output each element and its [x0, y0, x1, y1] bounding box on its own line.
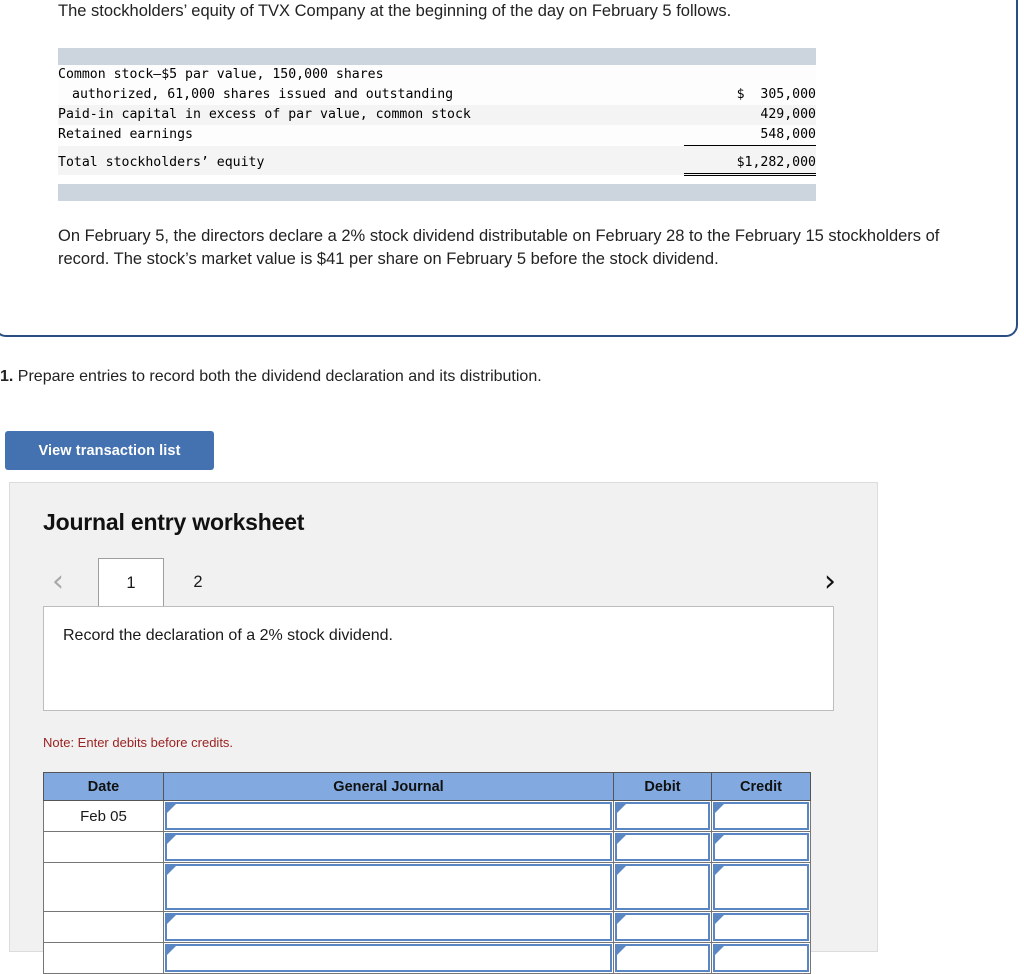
equity-label-common-stock: Common stock—$5 par value, 150,000 share…: [58, 65, 684, 105]
table-row: Feb 05: [43, 800, 811, 832]
cell-debit-row-1[interactable]: [613, 800, 712, 832]
input-general-journal-row-4[interactable]: [165, 913, 612, 941]
cell-general-journal-row-2[interactable]: [163, 831, 614, 863]
debits-before-credits-note: Note: Enter debits before credits.: [43, 735, 234, 750]
cell-date-row-3[interactable]: [43, 862, 164, 912]
input-debit-row-3[interactable]: [615, 864, 710, 910]
input-credit-row-1[interactable]: [713, 802, 809, 830]
cell-credit-row-1[interactable]: [711, 800, 811, 832]
equity-label-retained-earnings: Retained earnings: [58, 125, 684, 146]
question-intro-text: The stockholders’ equity of TVX Company …: [58, 2, 732, 20]
cell-debit-row-5[interactable]: [613, 942, 712, 974]
equity-amount-paid-in-capital: 429,000: [684, 105, 816, 125]
table-row: [43, 862, 811, 912]
equity-spacer-cell-left: [58, 145, 684, 153]
cell-date-row-4[interactable]: [43, 911, 164, 943]
input-general-journal-row-5[interactable]: [165, 944, 612, 972]
cell-general-journal-row-1[interactable]: [163, 800, 614, 832]
worksheet-title: Journal entry worksheet: [43, 509, 305, 535]
column-header-credit: Credit: [711, 772, 811, 801]
cell-debit-row-2[interactable]: [613, 831, 712, 863]
input-credit-row-4[interactable]: [713, 913, 809, 941]
cell-date-row-5[interactable]: [43, 942, 164, 974]
statement-bottom-band: [58, 184, 816, 201]
cell-general-journal-row-3[interactable]: [163, 862, 614, 912]
input-credit-row-2[interactable]: [713, 833, 809, 861]
statement-top-band: [58, 48, 816, 65]
entry-description-box: Record the declaration of a 2% stock div…: [43, 606, 834, 711]
entry-description-text: Record the declaration of a 2% stock div…: [63, 627, 393, 644]
question-card: The stockholders’ equity of TVX Company …: [0, 0, 1018, 337]
equity-amount-retained-earnings: 548,000: [684, 125, 816, 146]
cell-debit-row-3[interactable]: [613, 862, 712, 912]
input-credit-row-3[interactable]: [713, 864, 809, 910]
journal-entry-table: Date General Journal Debit Credit Feb 05: [43, 772, 811, 974]
chevron-right-icon[interactable]: ›: [815, 566, 845, 600]
tab-entry-1[interactable]: 1: [98, 558, 164, 607]
cell-general-journal-row-5[interactable]: [163, 942, 614, 974]
input-general-journal-row-3[interactable]: [165, 864, 612, 910]
cell-date-row-1[interactable]: Feb 05: [43, 800, 164, 832]
column-header-general-journal: General Journal: [163, 772, 614, 801]
input-debit-row-4[interactable]: [615, 913, 710, 941]
equity-label-paid-in-capital: Paid-in capital in excess of par value, …: [58, 105, 684, 125]
table-row: [43, 831, 811, 863]
equity-row-paid-in-capital: Paid-in capital in excess of par value, …: [58, 105, 816, 125]
equity-label-total: Total stockholders’ equity: [58, 153, 684, 175]
input-debit-row-2[interactable]: [615, 833, 710, 861]
input-general-journal-row-2[interactable]: [165, 833, 612, 861]
column-header-debit: Debit: [613, 772, 712, 801]
table-row: [43, 942, 811, 974]
tab-entry-2[interactable]: 2: [165, 558, 231, 606]
cell-credit-row-4[interactable]: [711, 911, 811, 943]
equity-row-total: Total stockholders’ equity $1,282,000: [58, 153, 816, 176]
input-credit-row-5[interactable]: [713, 944, 809, 972]
tab-entry-2-label: 2: [193, 573, 203, 591]
journal-table-header-row: Date General Journal Debit Credit: [43, 772, 811, 801]
requirement-line: 1. Prepare entries to record both the di…: [0, 366, 900, 388]
cell-debit-row-4[interactable]: [613, 911, 712, 943]
cell-general-journal-row-4[interactable]: [163, 911, 614, 943]
tab-entry-1-label: 1: [126, 574, 136, 592]
view-transaction-list-button[interactable]: View transaction list: [5, 431, 214, 470]
requirement-text: Prepare entries to record both the divid…: [13, 368, 542, 385]
journal-entry-worksheet-panel: Journal entry worksheet ‹ 1 2 › Record t…: [9, 482, 879, 974]
cell-credit-row-3[interactable]: [711, 862, 811, 912]
question-body-text: On February 5, the directors declare a 2…: [58, 227, 940, 268]
equity-row-common-stock: Common stock—$5 par value, 150,000 share…: [58, 65, 816, 105]
chevron-left-icon[interactable]: ‹: [43, 566, 73, 600]
cell-date-row-2[interactable]: [43, 831, 164, 863]
equity-table: Common stock—$5 par value, 150,000 share…: [58, 65, 816, 176]
equity-amount-total: $1,282,000: [684, 153, 816, 176]
table-row: [43, 911, 811, 943]
equity-spacer-row: [58, 145, 816, 153]
column-header-date: Date: [43, 772, 164, 801]
cell-credit-row-5[interactable]: [711, 942, 811, 974]
requirement-number: 1.: [0, 368, 14, 385]
input-debit-row-5[interactable]: [615, 944, 710, 972]
cell-credit-row-2[interactable]: [711, 831, 811, 863]
stockholders-equity-statement: Common stock—$5 par value, 150,000 share…: [58, 48, 816, 201]
input-debit-row-1[interactable]: [615, 802, 710, 830]
equity-row-retained-earnings: Retained earnings 548,000: [58, 125, 816, 146]
equity-label-common-stock-line2: authorized, 61,000 shares issued and out…: [72, 87, 454, 102]
equity-amount-common-stock: $ 305,000: [684, 65, 816, 105]
worksheet-tabs-row: ‹ 1 2 ›: [10, 558, 879, 607]
input-general-journal-row-1[interactable]: [165, 802, 612, 830]
equity-spacer-cell-right: [684, 145, 816, 153]
